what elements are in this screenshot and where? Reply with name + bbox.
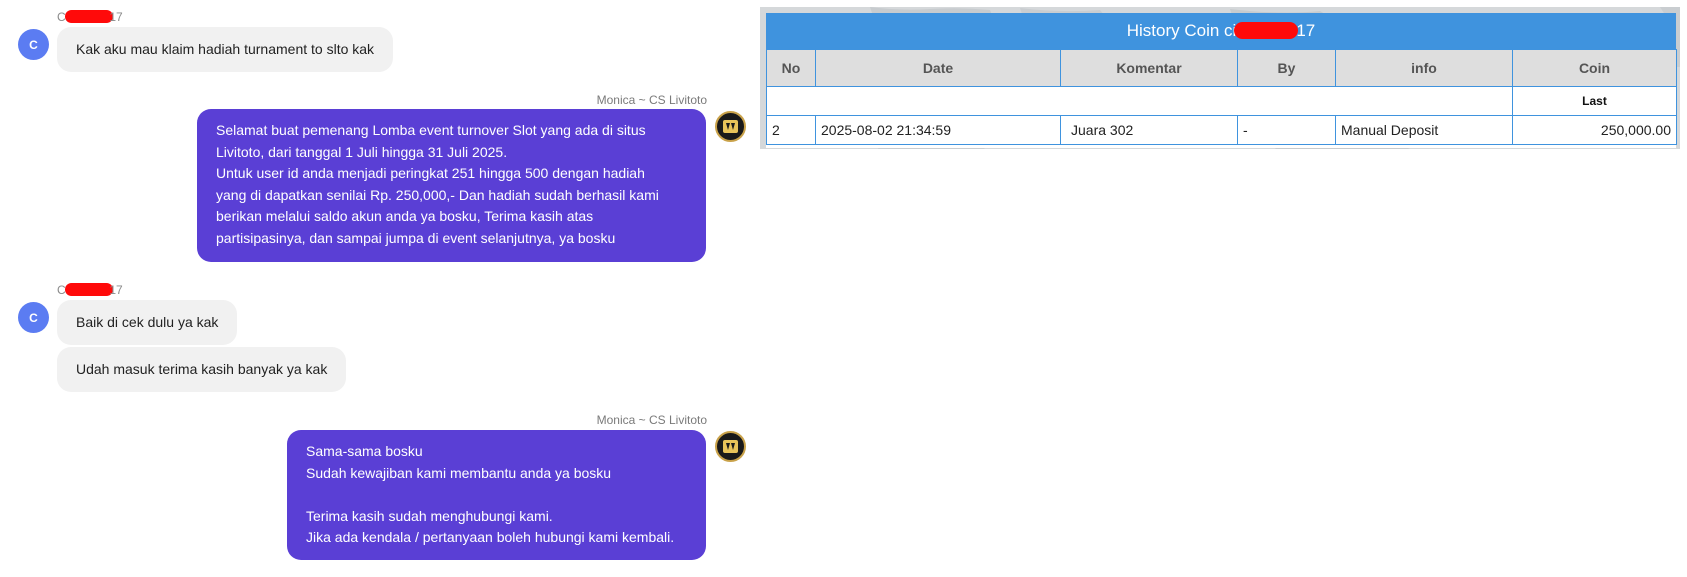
redaction-mark [65, 283, 114, 296]
agent-name: Monica ~ CS Livitoto [596, 93, 707, 107]
column-header-no: No [766, 49, 816, 87]
cell-no: 2 [766, 115, 816, 145]
redaction-mark [65, 10, 114, 23]
column-header-date: Date [815, 49, 1061, 87]
agent-avatar [715, 431, 746, 462]
last-label: Last [1512, 86, 1677, 116]
cell-date: 2025-08-02 21:34:59 [815, 115, 1061, 145]
column-header-komentar: Komentar [1060, 49, 1238, 87]
column-header-coin: Coin [1512, 49, 1677, 87]
table-header-row: No Date Komentar By info Coin [766, 49, 1677, 87]
history-coin-table: No Date Komentar By info Coin Last 2 202… [766, 49, 1677, 145]
agent-avatar [715, 111, 746, 142]
agent-message: Sama-sama bosku Sudah kewajiban kami mem… [287, 430, 706, 560]
table-row: 2 2025-08-02 21:34:59 Juara 302 - Manual… [766, 115, 1677, 145]
history-title: History Coin ci 17 [766, 13, 1676, 49]
customer-avatar: C [18, 29, 49, 60]
customer-message: Baik di cek dulu ya kak [57, 300, 238, 345]
history-coin-panel: History Coin ci 17 No Date Komentar By in… [760, 7, 1680, 149]
customer-message: Udah masuk terima kasih banyak ya kak [57, 347, 347, 392]
cell-info: Manual Deposit [1335, 115, 1513, 145]
livitoto-logo-icon [723, 120, 738, 133]
column-header-by: By [1237, 49, 1336, 87]
agent-message: Selamat buat pemenang Lomba event turnov… [197, 109, 706, 262]
last-balance-row: Last [766, 86, 1677, 116]
agent-name: Monica ~ CS Livitoto [596, 413, 707, 427]
customer-message: Kak aku mau klaim hadiah turnament to sl… [57, 27, 394, 72]
customer-name: Ci 17 [57, 10, 123, 24]
cell-komentar: Juara 302 [1060, 115, 1238, 145]
redaction-mark [1234, 22, 1299, 39]
customer-avatar: C [18, 302, 49, 333]
column-header-info: info [1335, 49, 1513, 87]
cell-by: - [1237, 115, 1336, 145]
history-table-container: History Coin ci 17 No Date Komentar By in… [766, 13, 1677, 148]
cell-coin: 250,000.00 [1512, 115, 1677, 145]
customer-name: Ci 17 [57, 283, 123, 297]
last-row-spacer [766, 86, 1513, 116]
livitoto-logo-icon [723, 440, 738, 453]
